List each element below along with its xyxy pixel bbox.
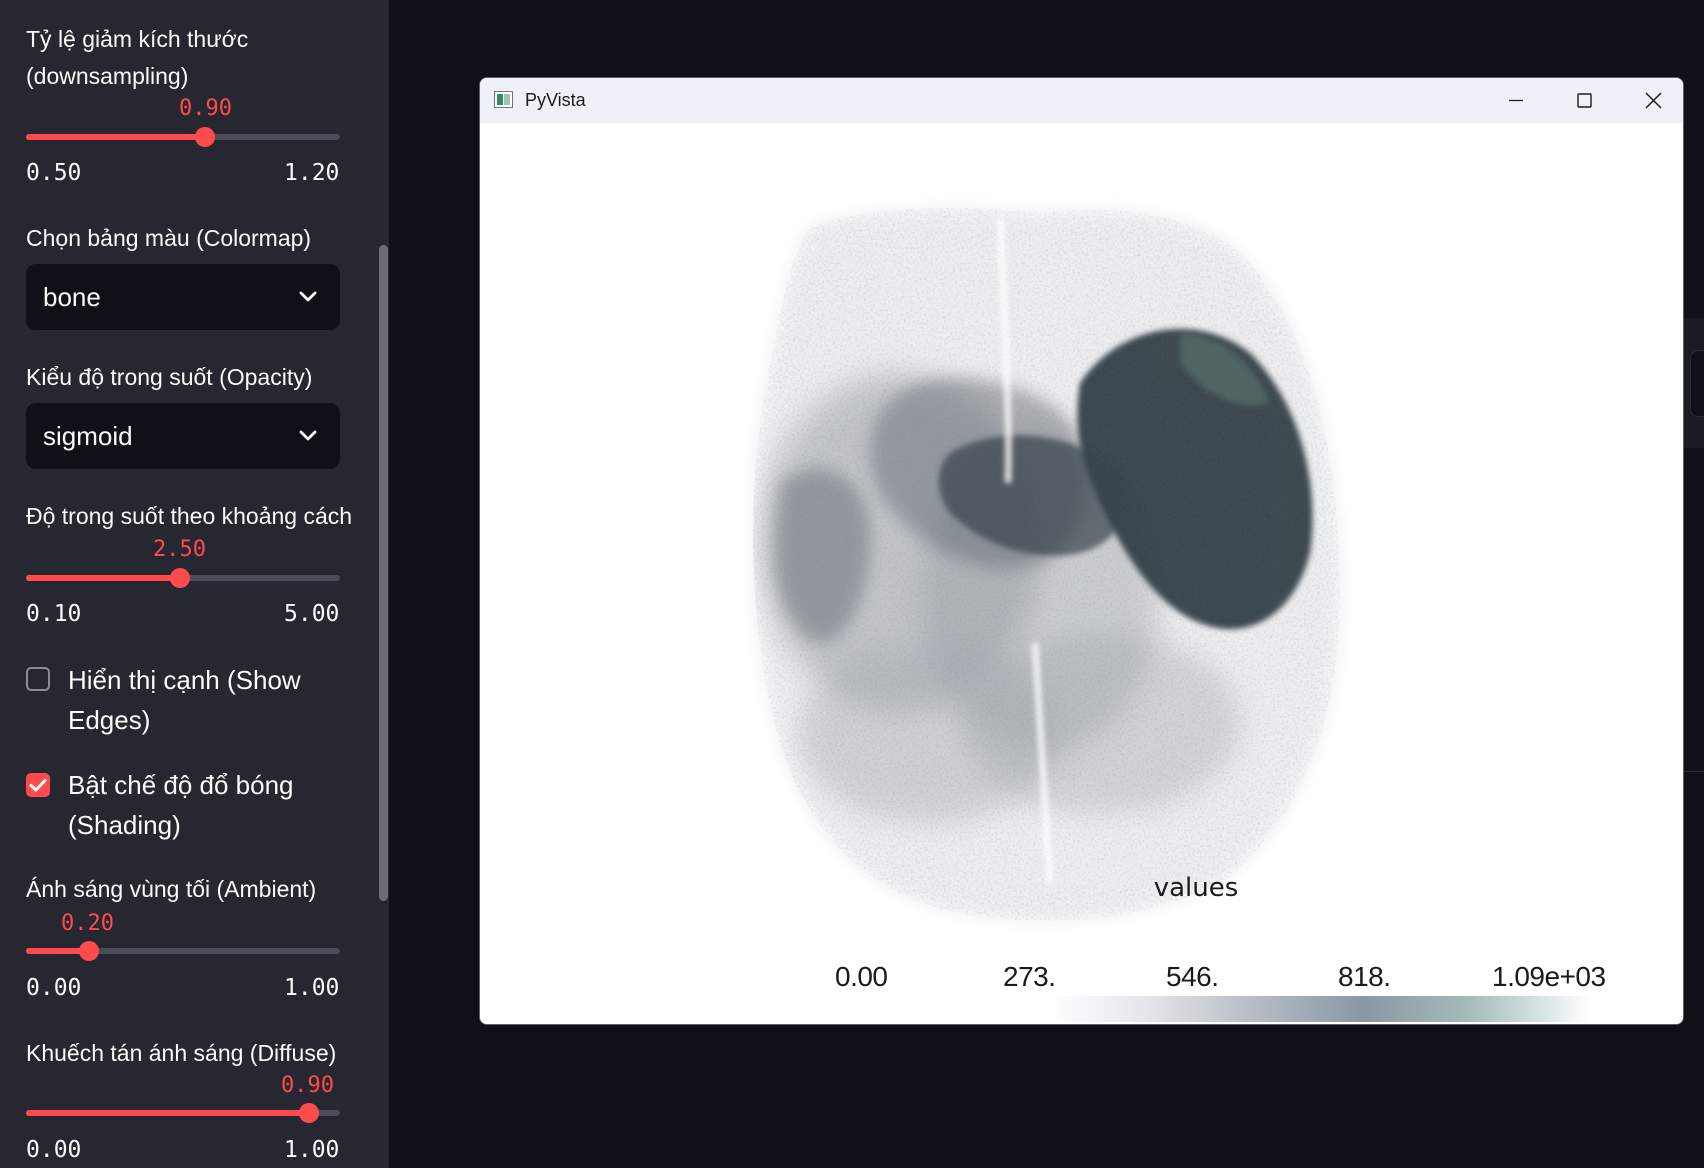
shading-label[interactable]: Bật chế độ đổ bóng (Shading) bbox=[68, 765, 368, 845]
pyvista-window[interactable]: PyVista values 0.00 273. 546. 818. 1.09e… bbox=[479, 77, 1684, 1025]
minimize-button[interactable] bbox=[1481, 78, 1550, 123]
colormap-label: Chọn bảng màu (Colormap) bbox=[26, 225, 312, 251]
diffuse-label: Khuếch tán ánh sáng (Diffuse) bbox=[26, 1040, 337, 1066]
opacity-label: Kiểu độ trong suốt (Opacity) bbox=[26, 364, 313, 390]
maximize-icon bbox=[1577, 93, 1592, 108]
brain-volume bbox=[753, 208, 1340, 921]
downsampling-label: Tỷ lệ giảm kích thước (downsampling) bbox=[26, 26, 249, 89]
opacity-distance-min: 0.10 bbox=[26, 601, 82, 627]
shading-checkbox[interactable] bbox=[26, 773, 50, 797]
check-icon bbox=[29, 779, 47, 792]
opacity-distance-label: Độ trong suốt theo khoảng cách bbox=[26, 503, 353, 529]
downsampling-min: 0.50 bbox=[26, 160, 82, 186]
colorbar-title: values bbox=[1154, 873, 1239, 903]
opacity-distance-slider-thumb[interactable] bbox=[170, 568, 190, 588]
downsampling-slider-fill bbox=[26, 134, 205, 140]
colorbar-tick-1: 273. bbox=[1003, 961, 1056, 992]
main-edge-tab[interactable] bbox=[1690, 350, 1704, 417]
colorbar-tick-4: 1.09e+03 bbox=[1492, 961, 1606, 992]
show-edges-label[interactable]: Hiển thị cạnh (Show Edges) bbox=[68, 660, 368, 740]
downsampling-max: 1.20 bbox=[284, 160, 340, 186]
chevron-down-icon bbox=[299, 291, 317, 302]
window-titlebar[interactable]: PyVista bbox=[480, 78, 1683, 123]
colorbar-gradient bbox=[1050, 996, 1590, 1022]
volume-rendering[interactable]: values bbox=[480, 123, 1683, 1024]
opacity-select[interactable]: sigmoid bbox=[26, 403, 340, 469]
show-edges-checkbox[interactable] bbox=[26, 667, 50, 691]
colorbar-tick-0: 0.00 bbox=[835, 961, 888, 992]
window-title: PyVista bbox=[525, 90, 586, 110]
close-button[interactable] bbox=[1619, 78, 1683, 123]
downsampling-slider-track[interactable] bbox=[26, 134, 340, 140]
maximize-button[interactable] bbox=[1550, 78, 1619, 123]
opacity-distance-max: 5.00 bbox=[284, 601, 340, 627]
diffuse-value: 0.90 bbox=[281, 1073, 334, 1098]
chevron-down-icon bbox=[299, 430, 317, 441]
colormap-select[interactable]: bone bbox=[26, 264, 340, 330]
diffuse-slider-thumb[interactable] bbox=[299, 1103, 319, 1123]
ambient-slider-thumb[interactable] bbox=[79, 941, 99, 961]
opacity-distance-slider-fill bbox=[26, 575, 177, 581]
colorbar-tick-2: 546. bbox=[1166, 961, 1219, 992]
sidebar: Tỷ lệ giảm kích thước (downsampling) 0.9… bbox=[0, 0, 389, 1168]
main-edge-divider bbox=[1683, 771, 1704, 772]
colormap-selected-value: bone bbox=[43, 282, 101, 312]
diffuse-max: 1.00 bbox=[284, 1137, 340, 1163]
ambient-slider-track[interactable] bbox=[26, 948, 340, 954]
opacity-distance-value: 2.50 bbox=[153, 537, 206, 562]
downsampling-slider-thumb[interactable] bbox=[195, 127, 215, 147]
diffuse-slider-fill bbox=[26, 1110, 309, 1116]
opacity-selected-value: sigmoid bbox=[43, 421, 133, 451]
ambient-label: Ánh sáng vùng tối (Ambient) bbox=[26, 876, 317, 902]
sidebar-scrollbar-thumb[interactable] bbox=[379, 245, 388, 901]
colorbar-tick-3: 818. bbox=[1338, 961, 1391, 992]
ambient-min: 0.00 bbox=[26, 975, 82, 1001]
downsampling-value: 0.90 bbox=[179, 96, 232, 121]
ambient-value: 0.20 bbox=[61, 911, 114, 936]
render-viewport[interactable]: values 0.00 273. 546. 818. 1.09e+03 bbox=[480, 123, 1683, 1024]
minimize-icon bbox=[1509, 99, 1523, 102]
ambient-max: 1.00 bbox=[284, 975, 340, 1001]
diffuse-min: 0.00 bbox=[26, 1137, 82, 1163]
close-icon bbox=[1645, 92, 1662, 109]
pyvista-app-icon bbox=[494, 91, 513, 108]
diffuse-slider-track[interactable] bbox=[26, 1110, 340, 1116]
